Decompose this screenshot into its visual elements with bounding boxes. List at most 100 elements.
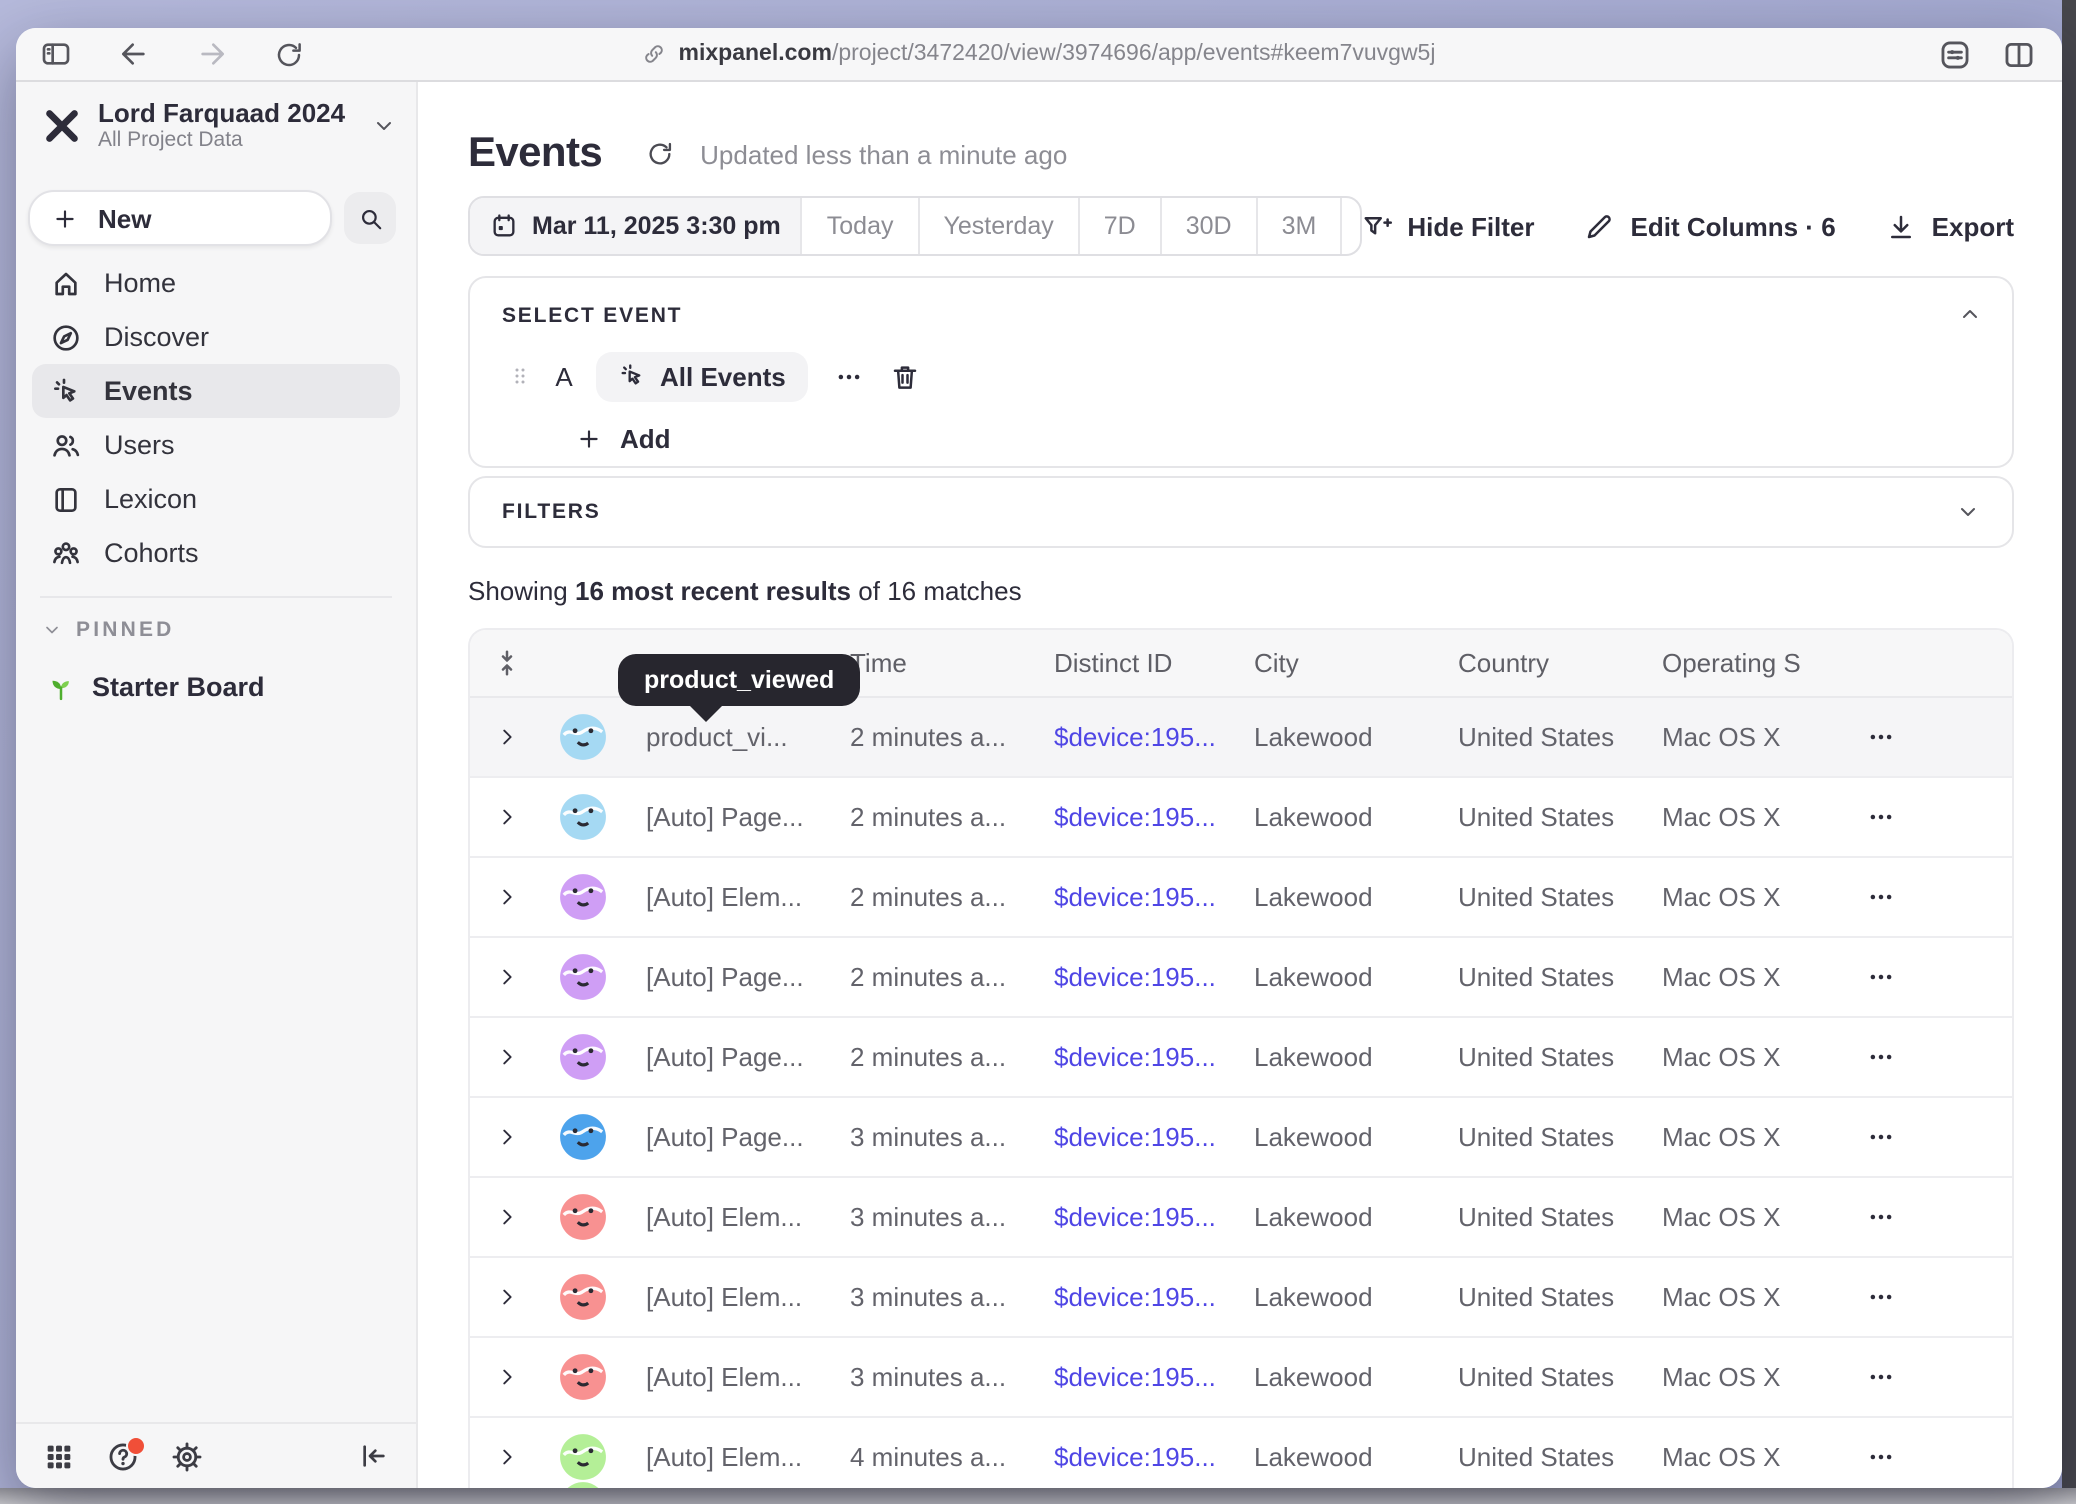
expand-row-icon[interactable]	[495, 806, 517, 828]
trash-icon[interactable]	[890, 361, 920, 391]
distinct-id-link[interactable]: $device:195...	[1030, 722, 1230, 752]
sidebar-item-discover[interactable]: Discover	[32, 310, 400, 364]
row-more-icon[interactable]	[1818, 1122, 2012, 1152]
table-row[interactable]: product_vi... 2 minutes a... $device:195…	[470, 698, 2012, 778]
expand-row-icon[interactable]	[495, 1446, 517, 1468]
search-button[interactable]	[344, 192, 396, 244]
city-column-header[interactable]: City	[1230, 648, 1434, 678]
browser-window: mixpanel.com/project/3472420/view/397469…	[16, 28, 2062, 1488]
table-row[interactable]: [Auto] Page... 2 minutes a... $device:19…	[470, 1018, 2012, 1098]
sidebar-item-cohorts[interactable]: Cohorts	[32, 526, 400, 580]
sidebar-item-lexicon[interactable]: Lexicon	[32, 472, 400, 526]
table-row[interactable]: [Auto] Elem... 3 minutes a... $device:19…	[470, 1338, 2012, 1418]
range-yesterday[interactable]: Yesterday	[918, 198, 1078, 254]
table-row[interactable]: [Auto] Page... 3 minutes a... $device:19…	[470, 1098, 2012, 1178]
filters-label: FILTERS	[502, 500, 601, 524]
collapse-rows-icon[interactable]	[491, 648, 521, 678]
table-row[interactable]: [Auto] Elem... 2 minutes a... $device:19…	[470, 858, 2012, 938]
expand-row-icon[interactable]	[495, 886, 517, 908]
row-more-icon[interactable]	[1818, 802, 2012, 832]
expand-row-icon[interactable]	[495, 966, 517, 988]
city-cell: Lakewood	[1230, 802, 1434, 832]
distinct-id-link[interactable]: $device:195...	[1030, 1282, 1230, 1312]
forward-icon[interactable]	[196, 38, 228, 70]
table-row[interactable]: [Auto] Elem... 3 minutes a... $device:19…	[470, 1178, 2012, 1258]
page-settings-icon[interactable]	[1938, 37, 1972, 71]
apps-grid-icon[interactable]	[42, 1439, 76, 1473]
browser-nav-controls	[16, 38, 304, 70]
range-3m[interactable]: 3M	[1256, 198, 1341, 254]
edit-columns-button[interactable]: Edit Columns · 6	[1585, 211, 1836, 241]
date-picker[interactable]: Mar 11, 2025 3:30 pm	[470, 198, 801, 254]
expand-row-icon[interactable]	[495, 1126, 517, 1148]
expand-row-icon[interactable]	[495, 1286, 517, 1308]
distinct-id-link[interactable]: $device:195...	[1030, 882, 1230, 912]
expand-row-icon[interactable]	[495, 1366, 517, 1388]
table-row[interactable]: [Auto] Elem... 4 minutes a... $device:19…	[470, 1418, 2012, 1488]
city-cell: Lakewood	[1230, 722, 1434, 752]
new-button[interactable]: New	[28, 190, 332, 246]
event-selector[interactable]: All Events	[596, 351, 808, 401]
distinct-id-link[interactable]: $device:195...	[1030, 1122, 1230, 1152]
distinct-id-link[interactable]: $device:195...	[1030, 962, 1230, 992]
distinct-id-link[interactable]: $device:195...	[1030, 1202, 1230, 1232]
row-more-icon[interactable]	[1818, 1362, 2012, 1392]
reload-icon[interactable]	[274, 39, 304, 69]
time-column-header[interactable]: Time	[826, 648, 1030, 678]
range-6m[interactable]: 6M	[1340, 198, 1361, 254]
row-more-icon[interactable]	[1818, 962, 2012, 992]
hide-filter-button[interactable]: Hide Filter	[1361, 211, 1534, 241]
mixpanel-logo	[42, 106, 82, 146]
add-event-button[interactable]: Add	[576, 424, 671, 454]
distinct-id-link[interactable]: $device:195...	[1030, 1442, 1230, 1472]
more-options-icon[interactable]	[830, 361, 868, 391]
table-row[interactable]: [Auto] Page... 2 minutes a... $device:19…	[470, 778, 2012, 858]
pinned-section-header[interactable]: PINNED	[42, 618, 416, 642]
row-more-icon[interactable]	[1818, 1282, 2012, 1312]
row-more-icon[interactable]	[1818, 1042, 2012, 1072]
split-view-icon[interactable]	[2002, 37, 2036, 71]
range-7d[interactable]: 7D	[1078, 198, 1160, 254]
event-row-letter: A	[554, 361, 574, 391]
row-more-icon[interactable]	[1818, 722, 2012, 752]
export-button[interactable]: Export	[1886, 211, 2014, 241]
sidebar-toggle-icon[interactable]	[40, 38, 72, 70]
expand-row-icon[interactable]	[495, 1046, 517, 1068]
sidebar-item-starter-board[interactable]: Starter Board	[46, 672, 416, 702]
table-row[interactable]: [Auto] Page... 2 minutes a... $device:19…	[470, 938, 2012, 1018]
drag-handle-icon[interactable]	[508, 362, 532, 390]
row-more-icon[interactable]	[1818, 1202, 2012, 1232]
range-today[interactable]: Today	[801, 198, 918, 254]
workspace-switcher[interactable]: Lord Farquaad 2024 All Project Data	[42, 96, 396, 156]
chevron-up-icon[interactable]	[1958, 302, 1982, 326]
help-icon[interactable]	[106, 1439, 140, 1473]
collapse-sidebar-icon[interactable]	[358, 1440, 390, 1472]
page-title: Events	[468, 130, 602, 178]
sidebar-item-events[interactable]: Events	[32, 364, 400, 418]
distinct-id-link[interactable]: $device:195...	[1030, 1042, 1230, 1072]
sidebar: Lord Farquaad 2024 All Project Data New	[16, 82, 418, 1488]
distinct-id-column-header[interactable]: Distinct ID	[1030, 648, 1230, 678]
screen: mixpanel.com/project/3472420/view/397469…	[0, 0, 2076, 1504]
country-column-header[interactable]: Country	[1434, 648, 1638, 678]
distinct-id-link[interactable]: $device:195...	[1030, 802, 1230, 832]
expand-row-icon[interactable]	[495, 726, 517, 748]
row-more-icon[interactable]	[1818, 882, 2012, 912]
refresh-icon[interactable]	[646, 140, 674, 168]
table-row[interactable]: [Auto] Elem... 3 minutes a... $device:19…	[470, 1258, 2012, 1338]
settings-gear-icon[interactable]	[170, 1439, 204, 1473]
sidebar-item-home[interactable]: Home	[32, 256, 400, 310]
sidebar-item-users[interactable]: Users	[32, 418, 400, 472]
sidebar-item-label: Events	[104, 376, 193, 406]
city-cell: Lakewood	[1230, 882, 1434, 912]
range-30d[interactable]: 30D	[1160, 198, 1256, 254]
address-bar[interactable]: mixpanel.com/project/3472420/view/397469…	[16, 28, 2062, 80]
os-column-header[interactable]: Operating S	[1638, 648, 1818, 678]
link-icon	[643, 42, 667, 66]
chevron-down-icon[interactable]	[1956, 500, 1980, 524]
row-more-icon[interactable]	[1818, 1442, 2012, 1472]
distinct-id-link[interactable]: $device:195...	[1030, 1362, 1230, 1392]
back-icon[interactable]	[118, 38, 150, 70]
expand-row-icon[interactable]	[495, 1206, 517, 1228]
country-cell: United States	[1434, 1442, 1638, 1472]
